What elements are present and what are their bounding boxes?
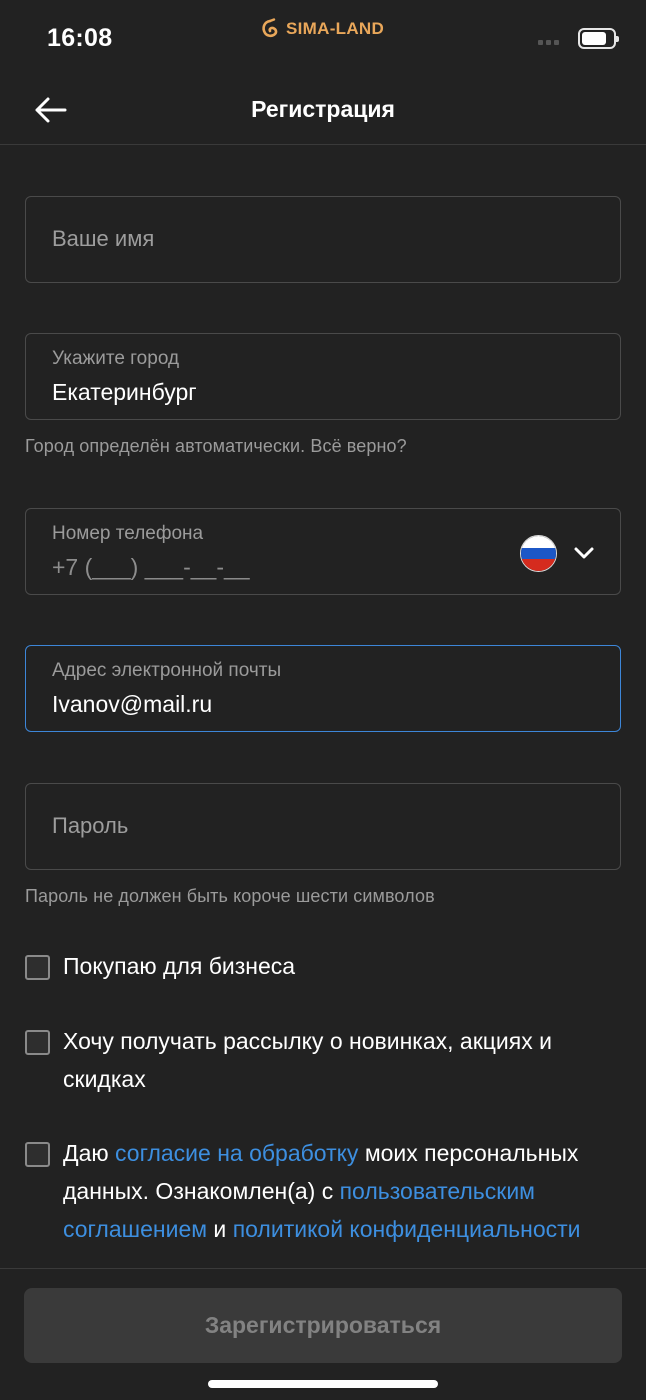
business-checkbox[interactable] <box>25 955 50 980</box>
city-label: Укажите город <box>52 348 180 369</box>
consent-checkbox[interactable] <box>25 1142 50 1167</box>
city-field[interactable]: Укажите город Екатеринбург <box>25 333 621 420</box>
password-field[interactable]: Пароль <box>25 783 621 870</box>
brand-icon <box>262 18 278 38</box>
consent-processing-link[interactable]: согласие на обработку <box>115 1140 358 1166</box>
name-field[interactable]: Ваше имя <box>25 196 621 283</box>
home-indicator[interactable] <box>208 1380 438 1388</box>
business-label: Покупаю для бизнеса <box>63 953 296 979</box>
phone-label: Номер телефона <box>52 523 204 544</box>
status-time: 16:08 <box>47 24 113 52</box>
signal-icon <box>538 40 559 45</box>
email-field[interactable]: Адрес электронной почты Ivanov@mail.ru <box>25 645 621 732</box>
newsletter-checkbox-row[interactable]: Хочу получать рассылку о новинках, акция… <box>25 1027 621 1098</box>
newsletter-checkbox[interactable] <box>25 1030 50 1055</box>
phone-field[interactable]: Номер телефона +7 (___) ___-__-__ <box>25 508 621 595</box>
privacy-policy-link[interactable]: политикой конфиденциальности <box>233 1216 581 1242</box>
password-placeholder: Пароль <box>52 813 129 838</box>
chevron-down-icon[interactable] <box>572 541 596 565</box>
brand-logo: SIMA-LAND <box>259 16 384 42</box>
consent-text-3: и <box>207 1216 233 1242</box>
city-hint: Город определён автоматически. Всё верно… <box>25 436 407 456</box>
name-placeholder: Ваше имя <box>52 226 155 251</box>
city-value: Екатеринбург <box>52 379 197 405</box>
header: Регистрация <box>0 76 646 145</box>
newsletter-label: Хочу получать рассылку о новинках, акция… <box>63 1028 552 1092</box>
business-checkbox-row[interactable]: Покупаю для бизнеса <box>25 952 621 985</box>
consent-text-1: Даю <box>63 1140 116 1166</box>
brand-name: SIMA-LAND <box>286 19 385 38</box>
register-button[interactable]: Зарегистрироваться <box>24 1288 622 1363</box>
status-bar: 16:08 SIMA-LAND <box>0 0 646 76</box>
password-hint: Пароль не должен быть короче шести симво… <box>25 886 435 906</box>
consent-checkbox-row[interactable]: Даю согласие на обработку моих персональ… <box>25 1139 621 1248</box>
consent-label: Даю согласие на обработку моих персональ… <box>63 1134 618 1248</box>
russia-flag-icon[interactable] <box>520 535 557 572</box>
email-label: Адрес электронной почты <box>52 660 282 681</box>
battery-icon <box>578 28 619 49</box>
phone-value: +7 (___) ___-__-__ <box>52 554 250 580</box>
email-value: Ivanov@mail.ru <box>52 691 213 717</box>
page-title: Регистрация <box>251 96 395 122</box>
footer: Зарегистрироваться <box>0 1268 646 1400</box>
